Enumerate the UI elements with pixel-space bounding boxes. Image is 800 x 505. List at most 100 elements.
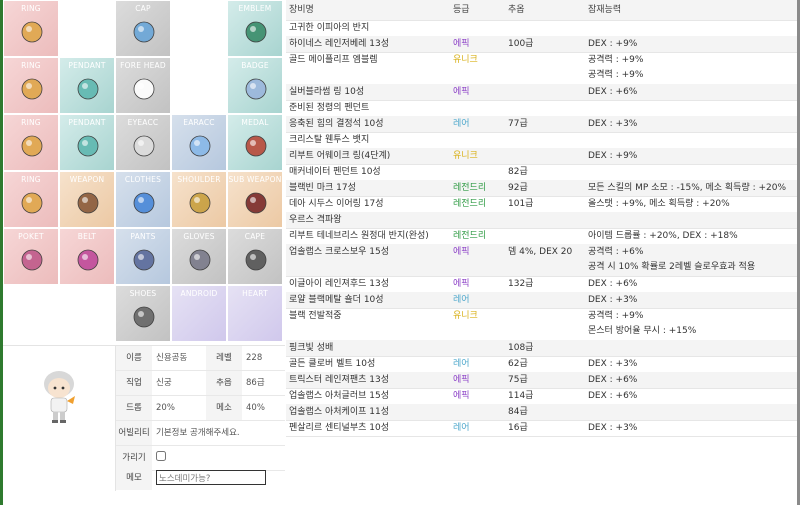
table-row[interactable]: 블랙빈 마크 17성 레전드리 92급 모든 스킬의 MP 소모 : -15%, 메소…: [286, 180, 800, 197]
hide-checkbox[interactable]: [156, 451, 166, 461]
item-potential: DEX : +6%: [588, 375, 638, 385]
table-row[interactable]: 리부트 어웨이크 링(4단계) 유니크 DEX : +9%: [286, 148, 800, 165]
name-value: 신용공동: [156, 353, 188, 363]
item-potential: DEX : +3%: [588, 423, 638, 433]
table-row[interactable]: 응축된 힘의 결정석 10성 레어 77급 DEX : +3%: [286, 116, 800, 133]
item-name: 블랙 전발적중: [289, 311, 342, 321]
info-row-job-pop: 직업 신궁 추옵 86급: [116, 371, 285, 396]
ability-value: 기본정보 공개해주세요.: [156, 428, 240, 438]
slot-eyeacc[interactable]: EYEACC: [115, 114, 171, 171]
slot-label: SUB WEAPON: [228, 175, 282, 184]
memo-label: 메모: [116, 466, 152, 490]
slot-android[interactable]: ANDROID: [171, 285, 227, 342]
table-row[interactable]: 업솔랩스 크로스보우 15성 에픽 뎀 4%, DEX 20 공격력 : +6% 공격 …: [286, 244, 800, 277]
item-potential: DEX : +9%: [588, 151, 638, 161]
table-row[interactable]: 업솔랩스 아처케이프 11성 84급: [286, 404, 800, 421]
slot-weapon[interactable]: WEAPON: [59, 171, 115, 228]
slot-empty: [171, 0, 227, 57]
item-stars: 101급: [508, 199, 534, 209]
item-potential: 공격력 : +6%: [588, 247, 644, 257]
cap-icon: [130, 18, 158, 46]
cape-icon: [242, 246, 270, 274]
item-stars: 84급: [508, 407, 528, 417]
item-name: 업솔랩스 아처글러브 15성: [289, 391, 389, 401]
level-label: 레벨: [206, 346, 242, 370]
slot-heart[interactable]: HEART: [227, 285, 283, 342]
ring-icon: [18, 75, 46, 103]
table-row[interactable]: 핑크빛 성배 108급: [286, 340, 800, 357]
item-grade: 에픽: [453, 247, 470, 257]
item-grade: 레어: [453, 119, 470, 129]
slot-pants[interactable]: PANTS: [115, 228, 171, 285]
slot-medal[interactable]: MEDAL: [227, 114, 283, 171]
item-name: 핑크빛 성배: [289, 343, 334, 353]
table-row[interactable]: 매커네이터 펜던트 10성 82급: [286, 164, 800, 181]
name-label: 이름: [116, 346, 152, 370]
table-row[interactable]: 크리스탈 웬투스 뱃지: [286, 132, 800, 149]
slot-shoes[interactable]: SHOES: [115, 285, 171, 342]
job-value: 신궁: [156, 378, 172, 388]
table-row[interactable]: 로얄 블랙메탈 숄더 10성 레어 DEX : +3%: [286, 292, 800, 309]
slot-sub-weapon[interactable]: SUB WEAPON: [227, 171, 283, 228]
table-row[interactable]: 리부트 테네브리스 원정대 반지(완성) 레전드리 아이템 드롭률 : +20%, …: [286, 228, 800, 245]
table-row[interactable]: 이글아이 레인져후드 13성 에픽 132급 DEX : +6%: [286, 276, 800, 293]
slot-badge[interactable]: BADGE: [227, 57, 283, 114]
table-row[interactable]: 블랙 전발적중 유니크 공격력 : +9% 몬스터 방어율 무시 : +15%: [286, 308, 800, 341]
item-potential: DEX : +3%: [588, 359, 638, 369]
slot-label: WEAPON: [69, 175, 105, 184]
table-row[interactable]: 하이네스 레인저베레 13성 에픽 100급 DEX : +9%: [286, 36, 800, 53]
slot-label: PENDANT: [68, 118, 106, 127]
item-name: 업솔랩스 아처케이프 11성: [289, 407, 389, 417]
level-value: 228: [246, 353, 263, 363]
table-row[interactable]: 펜살리르 센티널부츠 10성 레어 16급 DEX : +3%: [286, 420, 800, 437]
table-row[interactable]: 우르스 격파왕: [286, 212, 800, 229]
item-grade: 에픽: [453, 279, 470, 289]
item-stars: 16급: [508, 423, 528, 433]
slot-shoulder[interactable]: SHOULDER: [171, 171, 227, 228]
slot-pendant[interactable]: PENDANT: [59, 57, 115, 114]
forehead-icon: [130, 75, 158, 103]
table-row[interactable]: 골드 메이플리프 엠블렘 유니크 공격력 : +9% 공격력 : +9%: [286, 52, 800, 85]
slot-earacc[interactable]: EARACC: [171, 114, 227, 171]
table-header: 장비명 등급 추옵 잠재능력: [286, 0, 800, 21]
slot-clothes[interactable]: CLOTHES: [115, 171, 171, 228]
table-row[interactable]: 준비된 정령의 펜던트: [286, 100, 800, 117]
item-name: 리부트 어웨이크 링(4단계): [289, 151, 391, 161]
item-stars: 108급: [508, 343, 534, 353]
slot-pendant[interactable]: PENDANT: [59, 114, 115, 171]
slot-ring[interactable]: RING: [3, 171, 59, 228]
meso-value: 40%: [246, 403, 265, 413]
item-potential: 공격력 : +9%: [588, 311, 644, 321]
slot-gloves[interactable]: GLOVES: [171, 228, 227, 285]
table-row[interactable]: 골든 클로버 벨트 10성 레어 62급 DEX : +3%: [286, 356, 800, 373]
info-row-memo: 메모: [116, 466, 285, 490]
slot-ring[interactable]: RING: [3, 114, 59, 171]
pendant-icon: [74, 75, 102, 103]
slot-ring[interactable]: RING: [3, 0, 59, 57]
table-row[interactable]: 업솔랩스 아처글러브 15성 에픽 114급 DEX : +6%: [286, 388, 800, 405]
item-name: 데아 시두스 이어링 17성: [289, 199, 384, 209]
item-name: 트릭스터 레인져팬츠 13성: [289, 375, 389, 385]
item-potential: DEX : +3%: [588, 295, 638, 305]
slot-cap[interactable]: CAP: [115, 0, 171, 57]
shoulder-icon: [186, 189, 214, 217]
slot-fore-head[interactable]: FORE HEAD: [115, 57, 171, 114]
table-row[interactable]: 트릭스터 레인져팬츠 13성 에픽 75급 DEX : +6%: [286, 372, 800, 389]
slot-ring[interactable]: RING: [3, 57, 59, 114]
item-grade: 에픽: [453, 375, 470, 385]
slot-cape[interactable]: CAPE: [227, 228, 283, 285]
memo-input[interactable]: [156, 470, 266, 485]
meso-label: 메소: [206, 396, 242, 420]
ring-icon: [18, 18, 46, 46]
table-row[interactable]: 데아 시두스 이어링 17성 레전드리 101급 올스탯 : +9%, 메소 획득량 …: [286, 196, 800, 213]
slot-label: BADGE: [241, 61, 269, 70]
table-row[interactable]: 실버블라썸 링 10성 에픽 DEX : +6%: [286, 84, 800, 101]
item-grade: 에픽: [453, 87, 470, 97]
slot-belt[interactable]: BELT: [59, 228, 115, 285]
slot-poket[interactable]: POKET: [3, 228, 59, 285]
pop-value: 86급: [246, 378, 265, 388]
header-potential: 잠재능력: [588, 5, 622, 15]
slot-label: CAP: [135, 4, 151, 13]
table-row[interactable]: 고귀한 이피아의 반지: [286, 20, 800, 37]
slot-emblem[interactable]: EMBLEM: [227, 0, 283, 57]
